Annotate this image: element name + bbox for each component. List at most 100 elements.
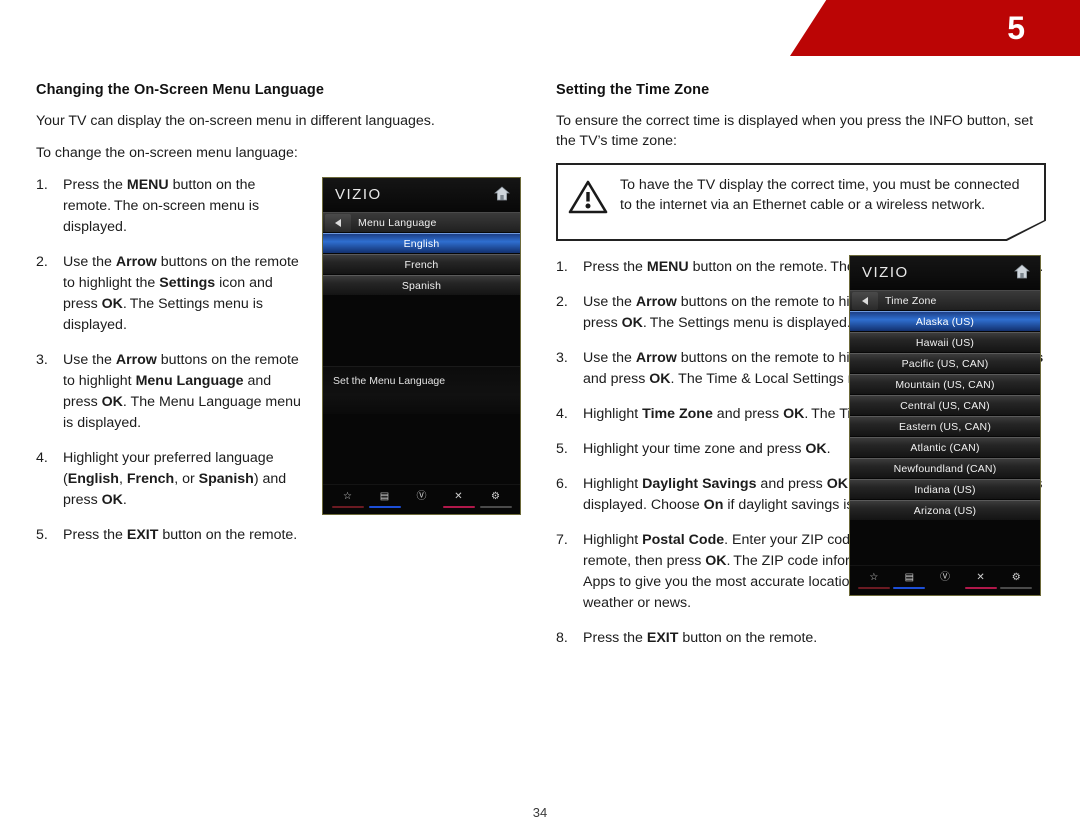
vizio-v-button[interactable]: Ⓥ	[405, 491, 439, 509]
step-number: 5.	[556, 441, 568, 457]
close-x-button[interactable]: ✕	[442, 491, 476, 509]
star-button[interactable]: ☆	[331, 491, 365, 509]
tv-osd-option[interactable]: French	[323, 254, 520, 274]
star-icon: ☆	[869, 571, 879, 583]
step-text: Press the EXIT button on the remote.	[583, 630, 818, 646]
step-text: Press the EXIT button on the remote.	[63, 527, 298, 543]
step-number: 4.	[36, 450, 48, 466]
left-intro-paragraph-1: Your TV can display the on-screen menu i…	[36, 113, 435, 129]
tv-osd-inner: VIZIO Time Zone Alaska (US) Hawaii (US) Paci…	[850, 256, 1040, 595]
vizio-logo: VIZIO	[335, 186, 382, 203]
note-text: To have the TV display the correct time,…	[620, 177, 1020, 213]
tv-osd-option[interactable]: Pacific (US, CAN)	[850, 353, 1040, 373]
step-text: Press the MENU button on the remote. The…	[63, 177, 260, 235]
footer-underline	[368, 505, 401, 509]
tv-osd-title-bar: Time Zone	[850, 290, 1040, 310]
step-number: 2.	[556, 294, 568, 310]
step-item: 4. Highlight your preferred language (Eng…	[36, 448, 304, 511]
step-number: 2.	[36, 254, 48, 270]
footer-underline	[479, 505, 512, 509]
chapter-banner: 5	[790, 0, 1080, 56]
close-x-icon: ✕	[976, 571, 985, 583]
footer-underline	[929, 587, 961, 590]
picture-icon: ▤	[904, 571, 915, 583]
home-icon[interactable]	[494, 186, 510, 201]
chapter-number: 5	[1007, 10, 1025, 46]
footer-underline	[857, 586, 890, 590]
picture-icon: ▤	[379, 490, 390, 502]
step-text: Highlight your preferred language (Engli…	[63, 450, 287, 508]
tv-osd-option[interactable]: Indiana (US)	[850, 479, 1040, 499]
left-section-heading: Changing the On-Screen Menu Language	[36, 82, 324, 98]
footer-underline	[442, 505, 475, 509]
vizio-v-icon: Ⓥ	[416, 490, 427, 502]
step-item: 1. Press the MENU button on the remote. T…	[36, 175, 304, 238]
close-x-icon: ✕	[454, 490, 463, 502]
left-intro-paragraph-2: To change the on-screen menu language:	[36, 145, 298, 161]
tv-osd-inner: VIZIO Menu Language English French Spanish Se…	[323, 178, 520, 514]
tv-osd-option[interactable]: Central (US, CAN)	[850, 395, 1040, 415]
tv-osd-option-selected[interactable]: English	[323, 233, 520, 253]
tv-osd-option-list: Alaska (US) Hawaii (US) Pacific (US, CAN) M…	[850, 310, 1040, 543]
step-number: 5.	[36, 527, 48, 543]
tv-osd-title: Menu Language	[358, 216, 437, 229]
gear-button[interactable]: ⚙	[479, 491, 513, 509]
back-arrow-icon[interactable]	[852, 291, 878, 310]
step-number: 8.	[556, 630, 568, 646]
tv-osd-header: VIZIO	[850, 256, 1040, 290]
vizio-v-icon: Ⓥ	[939, 571, 950, 583]
page-number: 34	[532, 805, 548, 820]
tv-osd-option[interactable]: Arizona (US)	[850, 500, 1040, 520]
step-number: 4.	[556, 406, 568, 422]
picture-button[interactable]: ▤	[892, 572, 926, 590]
step-number: 1.	[556, 259, 568, 275]
back-arrow-icon[interactable]	[325, 213, 351, 232]
gear-icon: ⚙	[491, 490, 500, 502]
footer-underline	[406, 506, 438, 509]
step-number: 7.	[556, 532, 568, 548]
note-box: To have the TV display the correct time,…	[556, 163, 1046, 241]
step-number: 3.	[36, 352, 48, 368]
tv-osd-menu-language: VIZIO Menu Language English French Spanish Se…	[322, 177, 521, 515]
vizio-v-button[interactable]: Ⓥ	[928, 572, 962, 590]
tv-osd-title: Time Zone	[885, 294, 937, 307]
tv-osd-option[interactable]: Eastern (US, CAN)	[850, 416, 1040, 436]
tv-osd-footer-bar: ☆ ▤ Ⓥ ✕ ⚙	[323, 484, 520, 514]
picture-button[interactable]: ▤	[368, 491, 402, 509]
vizio-logo: VIZIO	[862, 264, 909, 281]
tv-osd-time-zone: VIZIO Time Zone Alaska (US) Hawaii (US) Paci…	[849, 255, 1041, 596]
tv-osd-title-bar: Menu Language	[323, 212, 520, 232]
warning-triangle-icon	[568, 175, 620, 220]
footer-underline	[964, 586, 997, 590]
step-number: 1.	[36, 177, 48, 193]
tv-osd-caption: Set the Menu Language	[323, 366, 520, 414]
step-item: 8. Press the EXIT button on the remote.	[556, 628, 1046, 649]
gear-icon: ⚙	[1011, 571, 1021, 583]
step-text: Use the Arrow buttons on the remote to h…	[63, 254, 299, 333]
tv-osd-option[interactable]: Newfoundland (CAN)	[850, 458, 1040, 478]
footer-underline	[1000, 586, 1033, 590]
step-text: Use the Arrow buttons on the remote to h…	[63, 352, 301, 431]
tv-osd-option[interactable]: Atlantic (CAN)	[850, 437, 1040, 457]
tv-osd-header: VIZIO	[323, 178, 520, 212]
tv-osd-option-selected[interactable]: Alaska (US)	[850, 311, 1040, 331]
tv-osd-option[interactable]: Mountain (US, CAN)	[850, 374, 1040, 394]
footer-underline	[893, 586, 926, 590]
step-item: 5. Press the EXIT button on the remote.	[36, 525, 304, 546]
home-icon[interactable]	[1014, 264, 1030, 279]
step-item: 3. Use the Arrow buttons on the remote to…	[36, 350, 304, 434]
star-button[interactable]: ☆	[857, 572, 891, 590]
tv-osd-spacer	[323, 414, 520, 484]
step-text: Highlight your time zone and press OK.	[583, 441, 831, 457]
tv-osd-spacer	[850, 543, 1040, 565]
tv-osd-option[interactable]: Hawaii (US)	[850, 332, 1040, 352]
gear-button[interactable]: ⚙	[999, 572, 1033, 590]
tv-osd-option-list: English French Spanish	[323, 232, 520, 366]
tv-osd-option[interactable]: Spanish	[323, 275, 520, 295]
right-intro-paragraph: To ensure the correct time is displayed …	[556, 113, 1034, 149]
manual-page: 5 Changing the On-Screen Menu Language Y…	[0, 0, 1080, 834]
step-number: 6.	[556, 476, 568, 492]
close-x-button[interactable]: ✕	[964, 572, 998, 590]
tv-osd-footer-bar: ☆ ▤ Ⓥ ✕ ⚙	[850, 565, 1040, 595]
footer-underline	[331, 505, 364, 509]
